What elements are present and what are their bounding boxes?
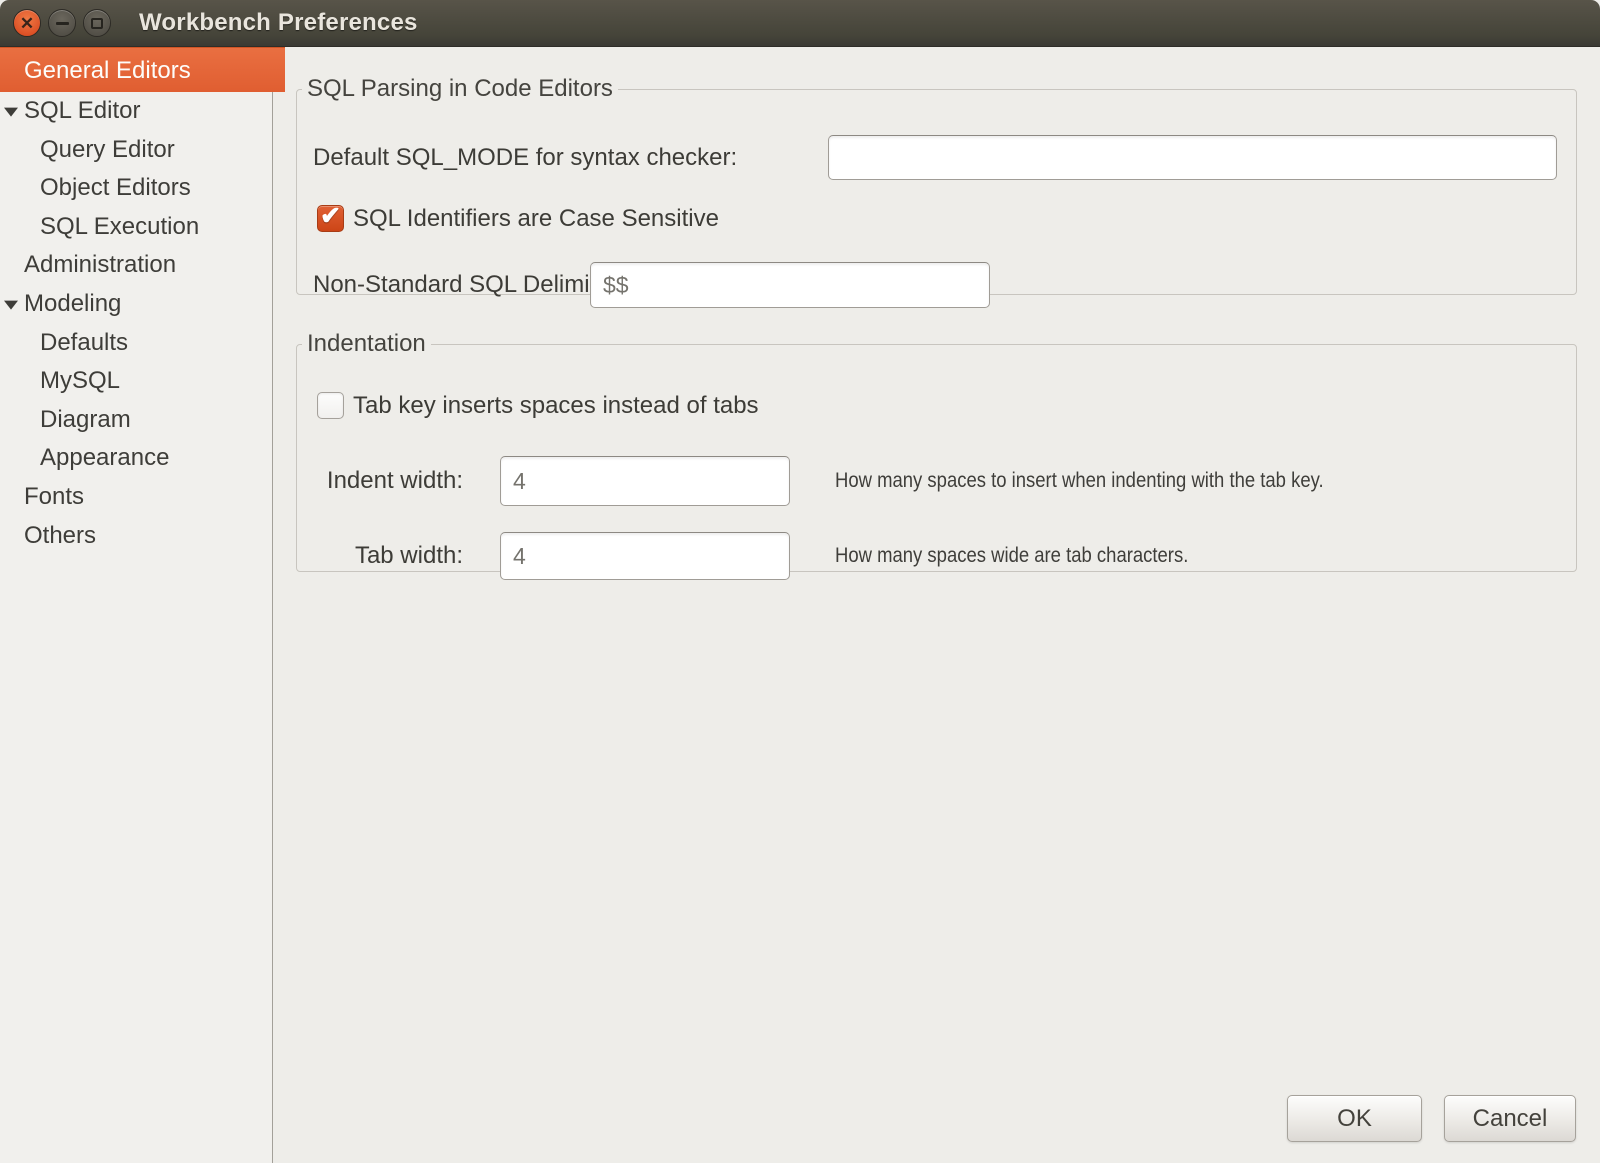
window-title: Workbench Preferences (139, 9, 418, 37)
case-sensitive-checkbox[interactable]: ✔ (317, 205, 344, 232)
cancel-button[interactable]: Cancel (1444, 1095, 1576, 1142)
tab-width-label: Tab width: (313, 532, 463, 580)
preferences-sidebar: General Editors SQL Editor Query Editor … (0, 47, 273, 1163)
sidebar-item-defaults[interactable]: Defaults (0, 324, 272, 363)
preferences-window: ✕ Workbench Preferences General Editors … (0, 0, 1600, 1163)
sql-parsing-legend: SQL Parsing in Code Editors (302, 75, 618, 103)
maximize-window-button[interactable] (83, 9, 111, 37)
minimize-window-button[interactable] (48, 9, 76, 37)
titlebar: ✕ Workbench Preferences (0, 0, 1600, 47)
sidebar-item-label: Modeling (24, 290, 121, 317)
preferences-content: SQL Parsing in Code Editors Default SQL_… (273, 47, 1600, 1163)
ok-button[interactable]: OK (1287, 1095, 1422, 1142)
close-icon: ✕ (20, 15, 34, 32)
indent-width-help: How many spaces to insert when indenting… (835, 456, 1390, 506)
sidebar-item-general-editors[interactable]: General Editors (0, 47, 285, 92)
sidebar-item-label: SQL Editor (24, 97, 141, 124)
sql-mode-label: Default SQL_MODE for syntax checker: (313, 135, 737, 180)
indent-width-input[interactable] (500, 456, 790, 506)
tab-inserts-spaces-checkbox[interactable] (317, 392, 344, 419)
sidebar-nav: General Editors SQL Editor Query Editor … (0, 47, 272, 555)
indentation-legend: Indentation (302, 330, 431, 358)
tab-width-input[interactable] (500, 532, 790, 580)
checkmark-icon: ✔ (320, 204, 341, 229)
sidebar-item-administration[interactable]: Administration (0, 246, 272, 285)
minimize-icon (56, 22, 69, 25)
sidebar-item-appearance[interactable]: Appearance (0, 439, 272, 478)
sql-mode-input[interactable] (828, 135, 1557, 180)
sidebar-item-others[interactable]: Others (0, 517, 272, 556)
maximize-icon (91, 18, 103, 29)
sidebar-item-query-editor[interactable]: Query Editor (0, 131, 272, 170)
expander-down-icon[interactable] (4, 301, 18, 310)
sidebar-item-diagram[interactable]: Diagram (0, 401, 272, 440)
sidebar-item-object-editors[interactable]: Object Editors (0, 169, 272, 208)
indent-width-label: Indent width: (313, 456, 463, 506)
case-sensitive-label[interactable]: SQL Identifiers are Case Sensitive (353, 205, 719, 232)
tab-width-help: How many spaces wide are tab characters. (835, 532, 1237, 580)
sidebar-item-sql-editor[interactable]: SQL Editor (0, 92, 272, 131)
tab-inserts-spaces-label[interactable]: Tab key inserts spaces instead of tabs (353, 392, 759, 419)
sidebar-item-sql-execution[interactable]: SQL Execution (0, 208, 272, 247)
delimiter-input[interactable] (590, 262, 990, 308)
sidebar-item-mysql[interactable]: MySQL (0, 362, 272, 401)
dialog-body: General Editors SQL Editor Query Editor … (0, 47, 1600, 1163)
sidebar-item-fonts[interactable]: Fonts (0, 478, 272, 517)
close-window-button[interactable]: ✕ (13, 9, 41, 37)
indentation-group: Indentation Tab key inserts spaces inste… (296, 330, 1577, 572)
expander-down-icon[interactable] (4, 108, 18, 117)
delimiter-label: Non-Standard SQL Delimiter: (313, 262, 624, 308)
sidebar-item-modeling[interactable]: Modeling (0, 285, 272, 324)
sql-parsing-group: SQL Parsing in Code Editors Default SQL_… (296, 75, 1577, 295)
